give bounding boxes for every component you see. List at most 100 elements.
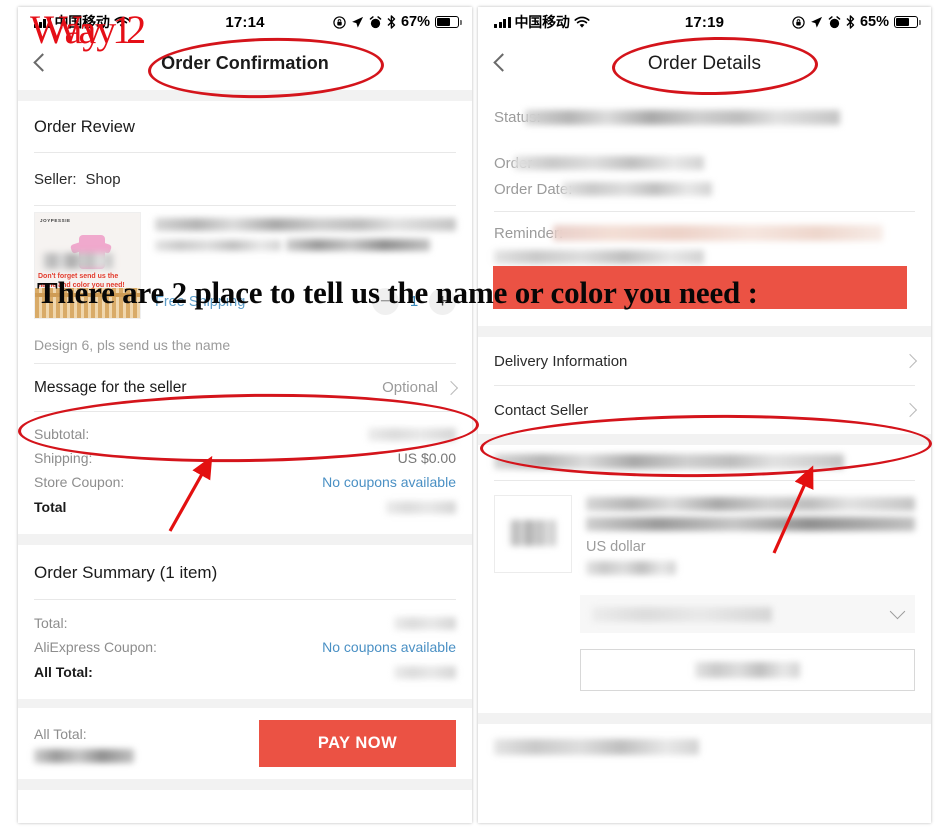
status-value-redacted [524, 109, 840, 125]
nav-bar-right: Order Details [478, 37, 931, 90]
nav-bar-left: Order Confirmation [18, 37, 472, 90]
battery-icon [435, 16, 462, 28]
detail-product-thumbnail[interactable] [494, 495, 572, 573]
delivery-information-label: Delivery Information [494, 352, 628, 370]
order-number-row: Order [478, 150, 931, 176]
product-row[interactable]: JOYPESSIE Don't forget send us the name … [18, 206, 472, 331]
seller-label: Seller: [34, 170, 77, 188]
thumbnail-caption: Don't forget send us the name and color … [38, 273, 125, 289]
battery-percent-label: 65% [859, 14, 889, 30]
detail-product-info: US dollar [586, 495, 915, 577]
reminder-value-redacted [553, 225, 884, 241]
status-row: Status: [478, 102, 931, 132]
status-bar-left-group: 中国移动 [494, 12, 590, 32]
bluetooth-icon [846, 15, 855, 29]
detail-menu-card: Delivery Information Contact Seller [478, 337, 931, 434]
secondary-action-label-redacted [695, 662, 800, 679]
quantity-stepper[interactable]: − 1 + [372, 288, 456, 315]
section-divider [478, 326, 931, 337]
total-value: US $0.00 [397, 450, 456, 466]
location-arrow-icon [811, 16, 823, 28]
signal-bars-icon [494, 16, 511, 28]
footer-card [478, 724, 931, 771]
store-coupon-link[interactable]: No coupons available [322, 474, 456, 490]
variant-select[interactable] [580, 595, 915, 634]
chevron-down-icon [889, 603, 906, 620]
quantity-decrease-button[interactable]: − [372, 288, 399, 315]
quantity-value: 1 [409, 293, 419, 310]
divider [494, 211, 915, 212]
section-divider [18, 779, 472, 790]
seller-name: Shop [85, 170, 121, 188]
summary-label: Total: [34, 615, 68, 631]
free-shipping-label: Free Shipping [155, 293, 246, 310]
thumbnail-brand-label: JOYPESSIE [40, 218, 71, 223]
chevron-left-icon[interactable] [492, 51, 508, 77]
message-for-seller-row[interactable]: Message for the seller Optional [18, 364, 472, 411]
chevron-right-icon [443, 380, 459, 395]
total-row[interactable]: Store Coupon: No coupons available [18, 470, 472, 494]
wifi-icon [114, 16, 130, 28]
total-label: Total [34, 499, 67, 515]
summary-label: All Total: [34, 664, 93, 680]
product-description: Design 6, pls send us the name [34, 337, 231, 353]
order-date-label: Order Date: [494, 180, 573, 198]
alarm-clock-icon [828, 15, 841, 28]
carrier-label: 中国移动 [514, 14, 570, 30]
battery-icon [894, 16, 921, 28]
status-bar-right-group: 65% [792, 14, 921, 30]
delivery-information-row[interactable]: Delivery Information [478, 337, 931, 385]
wifi-icon [574, 16, 590, 28]
decor-fence [35, 288, 140, 318]
pay-total-value-redacted [34, 749, 134, 764]
detail-product-row[interactable]: US dollar [478, 481, 931, 585]
section-divider [18, 534, 472, 545]
alarm-clock-icon [369, 15, 382, 28]
chevron-left-icon[interactable] [32, 51, 48, 77]
detail-product-title-redacted [586, 496, 915, 511]
location-arrow-icon [352, 16, 364, 28]
summary-label: AliExpress Coupon: [34, 639, 157, 655]
chevron-right-icon [902, 353, 918, 369]
status-bar-right: 中国移动 17:19 65% [478, 7, 931, 37]
status-bar-left: 中国移动 17:14 67% [18, 7, 472, 37]
overlay-red-band [493, 266, 907, 309]
secondary-action-button[interactable] [580, 649, 915, 692]
total-value-redacted [368, 427, 456, 441]
product-title-redacted [155, 216, 456, 252]
aliexpress-coupon-link[interactable]: No coupons available [322, 639, 456, 655]
summary-row: Total: [18, 611, 472, 635]
pay-now-button[interactable]: PAY NOW [259, 720, 456, 767]
thumbnail-redaction [43, 253, 113, 269]
totals-list: Subtotal: Shipping: US $0.00 Store Coupo… [18, 412, 472, 534]
store-row[interactable] [478, 445, 931, 469]
contact-seller-label: Contact Seller [494, 401, 589, 419]
chevron-right-icon [902, 402, 918, 418]
product-thumbnail[interactable]: JOYPESSIE Don't forget send us the name … [34, 212, 141, 319]
order-review-card: Order Review Seller: Shop JOYPESSIE Don'… [18, 101, 472, 534]
message-for-seller-value: Optional [382, 379, 438, 396]
total-label: Subtotal: [34, 426, 90, 442]
rotation-lock-icon [333, 15, 346, 29]
pay-total-group: All Total: [34, 724, 134, 764]
total-label: Shipping: [34, 450, 93, 466]
reminder-row[interactable]: Reminder: [478, 218, 931, 248]
detail-price-redacted [586, 561, 676, 575]
status-bar-right-group: 67% [333, 14, 462, 30]
carrier-label: 中国移动 [54, 14, 110, 30]
signal-bars-icon [34, 16, 51, 28]
seller-row[interactable]: Seller: Shop [18, 153, 472, 205]
store-name-redacted [494, 454, 844, 469]
total-row: Shipping: US $0.00 [18, 446, 472, 470]
currency-note: US dollar [586, 539, 646, 556]
total-value-redacted [386, 500, 456, 514]
status-bar-left-group: 中国移动 [34, 12, 130, 32]
summary-row[interactable]: AliExpress Coupon: No coupons available [18, 635, 472, 659]
order-date-row: Order Date: [478, 176, 931, 202]
total-row: Subtotal: [18, 422, 472, 446]
order-summary-heading: Order Summary (1 item) [34, 563, 218, 582]
product-info: Free Shipping − 1 + [155, 212, 456, 319]
quantity-increase-button[interactable]: + [429, 288, 456, 315]
phone-panel-way2: 中国移动 17:19 65% Order Details Status: Ord… [478, 7, 931, 823]
contact-seller-row[interactable]: Contact Seller [478, 386, 931, 434]
